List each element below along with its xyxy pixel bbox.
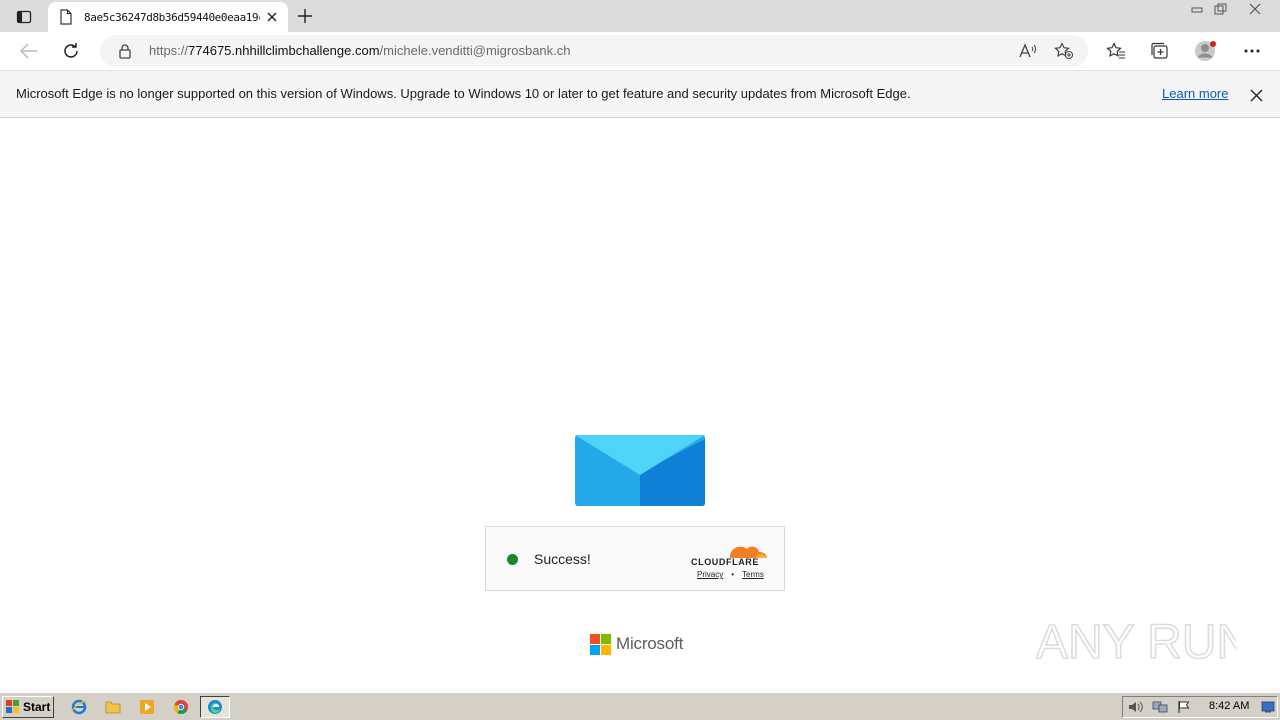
restore-icon	[1214, 3, 1227, 15]
infobar-close-icon[interactable]	[1246, 85, 1266, 105]
clock: 8:42 AM	[1209, 700, 1250, 712]
success-indicator	[507, 554, 518, 565]
collections-icon	[1151, 42, 1168, 59]
page-content: Success! CLOUDFLARE Privacy • Terms Micros…	[0, 118, 1280, 692]
anyrun-watermark-icon: ANY RUN	[1036, 615, 1236, 670]
captcha-status: Success!	[534, 551, 591, 567]
quicklaunch-ie[interactable]	[68, 697, 90, 717]
system-tray: 8:42 AM	[1122, 696, 1278, 718]
microsoft-wordmark: Microsoft	[616, 634, 684, 653]
link-separator: •	[731, 570, 735, 579]
show-desktop-icon[interactable]	[1259, 699, 1277, 715]
terms-link[interactable]: Terms	[742, 570, 764, 579]
url-text[interactable]: https://774675.nhhillclimbchallenge.com/…	[149, 43, 571, 58]
close-icon	[1249, 3, 1261, 15]
privacy-link[interactable]: Privacy	[697, 570, 723, 579]
folder-icon	[105, 701, 121, 714]
url-host: 774675.nhhillclimbchallenge.com	[188, 43, 380, 58]
captcha-links: Privacy • Terms	[697, 570, 764, 579]
lock-icon[interactable]	[116, 42, 134, 60]
active-tab[interactable]: 8ae5c36247d8b36d59440e0eaa19c	[48, 2, 288, 32]
plus-icon	[298, 9, 312, 23]
taskbar: Start 8:42 AM	[0, 692, 1280, 720]
profile-button[interactable]	[1191, 36, 1221, 66]
cloudflare-brand: CLOUDFLARE	[691, 557, 759, 567]
collections-button[interactable]	[1145, 36, 1175, 66]
taskbar-edge-active[interactable]	[200, 696, 230, 718]
media-player-icon	[140, 700, 154, 714]
chrome-icon	[174, 700, 188, 715]
tab-actions-button[interactable]	[8, 6, 40, 28]
start-label: Start	[23, 700, 51, 714]
page-icon	[58, 9, 74, 25]
refresh-icon	[64, 43, 78, 58]
quicklaunch-chrome[interactable]	[170, 697, 192, 717]
refresh-button[interactable]	[56, 36, 86, 66]
start-button[interactable]: Start	[2, 696, 54, 718]
close-window-button[interactable]	[1242, 0, 1268, 18]
browser-toolbar: https://774675.nhhillclimbchallenge.com/…	[0, 32, 1280, 70]
add-favorite-icon[interactable]	[1052, 40, 1076, 62]
address-bar[interactable]: https://774675.nhhillclimbchallenge.com/…	[100, 35, 1088, 67]
quicklaunch-explorer[interactable]	[102, 697, 124, 717]
tab-actions-icon	[16, 10, 32, 24]
back-arrow-icon	[20, 43, 37, 59]
minimize-button[interactable]	[1184, 0, 1210, 18]
unsupported-os-infobar: Microsoft Edge is no longer supported on…	[0, 70, 1280, 118]
infobar-message: Microsoft Edge is no longer supported on…	[16, 86, 911, 101]
tab-close-icon[interactable]	[264, 9, 280, 25]
screen: 8ae5c36247d8b36d59440e0eaa19c https://77…	[0, 0, 1280, 720]
avatar-icon	[1195, 41, 1216, 61]
tab-title: 8ae5c36247d8b36d59440e0eaa19c	[84, 10, 260, 24]
volume-icon[interactable]	[1127, 699, 1145, 715]
cloudflare-turnstile-widget[interactable]: Success! CLOUDFLARE Privacy • Terms	[485, 526, 785, 591]
envelope-icon	[575, 435, 705, 506]
learn-more-link[interactable]: Learn more	[1162, 86, 1228, 101]
network-icon[interactable]	[1151, 699, 1169, 715]
watermark-text: ANY RUN	[1036, 616, 1236, 669]
edge-icon	[208, 700, 222, 714]
internet-explorer-icon	[71, 699, 87, 715]
windows-flag-icon	[6, 700, 19, 713]
read-aloud-icon[interactable]	[1016, 40, 1040, 62]
favorites-button[interactable]	[1101, 36, 1131, 66]
settings-menu-button[interactable]	[1237, 36, 1267, 66]
back-button[interactable]	[14, 36, 44, 66]
microsoft-logo-icon	[590, 634, 611, 655]
tab-strip: 8ae5c36247d8b36d59440e0eaa19c	[0, 0, 1280, 32]
minimize-icon	[1191, 7, 1203, 13]
quicklaunch-media-player[interactable]	[136, 697, 158, 717]
new-tab-button[interactable]	[294, 5, 316, 27]
url-scheme: https://	[149, 43, 189, 58]
url-path: /michele.venditti@migrosbank.ch	[379, 43, 571, 58]
favorites-icon	[1106, 42, 1125, 59]
more-dots-icon	[1244, 49, 1260, 53]
action-center-flag-icon[interactable]	[1175, 699, 1193, 715]
restore-button[interactable]	[1208, 0, 1234, 18]
